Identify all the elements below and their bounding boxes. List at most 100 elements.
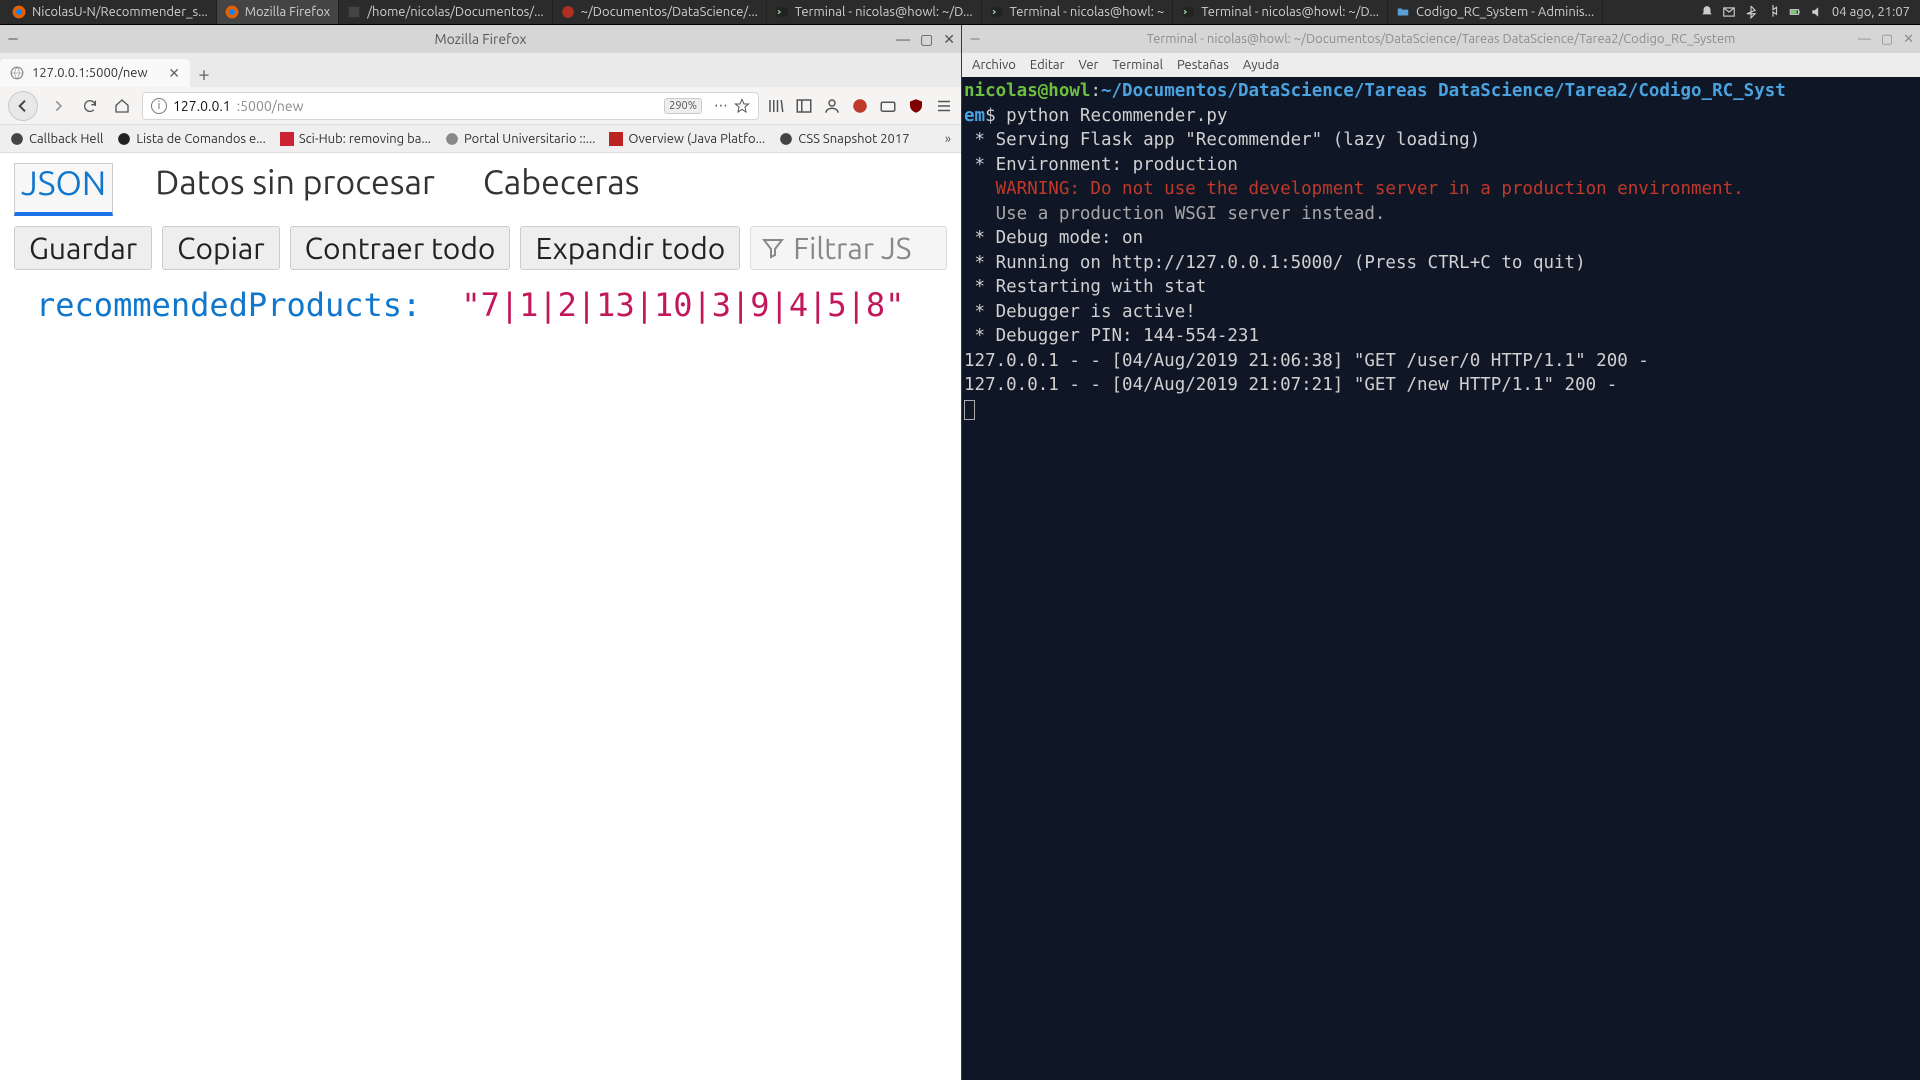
taskbar-item[interactable]: ~/Documentos/DataScience/...	[553, 0, 767, 24]
taskbar-item[interactable]: NicolasU-N/Recommender_s...	[4, 0, 217, 24]
arrow-right-icon	[51, 99, 65, 113]
window-menu-icon[interactable]	[968, 32, 982, 46]
url-bar[interactable]: i 127.0.0.1:5000/new 290% ⋯	[142, 92, 759, 120]
terminal-body[interactable]: nicolas@howl:~/Documentos/DataScience/Ta…	[962, 77, 1920, 1080]
system-taskbar: NicolasU-N/Recommender_s... Mozilla Fire…	[0, 0, 1920, 25]
taskbar-item[interactable]: Mozilla Firefox	[217, 0, 340, 24]
hamburger-menu-icon[interactable]	[935, 97, 953, 115]
ublock-icon[interactable]	[907, 97, 925, 115]
taskbar-label: Terminal - nicolas@howl: ~/D...	[795, 5, 973, 19]
taskbar-label: Terminal - nicolas@howl: ~/D...	[1201, 5, 1379, 19]
zoom-indicator[interactable]: 290%	[664, 98, 702, 114]
bookmark-star-icon[interactable]	[734, 98, 750, 114]
bookmark-item[interactable]: Callback Hell	[10, 132, 103, 146]
github-icon	[117, 132, 131, 146]
tab-title: 127.0.0.1:5000/new	[32, 66, 148, 80]
menu-item[interactable]: Ayuda	[1243, 58, 1279, 72]
globe-icon	[10, 132, 24, 146]
tab-close-icon[interactable]: ✕	[168, 65, 180, 82]
taskbar-label: ~/Documentos/DataScience/...	[581, 5, 758, 19]
firefox-titlebar[interactable]: Mozilla Firefox — ▢ ✕	[0, 25, 961, 53]
terminal-line: * Restarting with stat	[964, 277, 1206, 297]
firefox-window: Mozilla Firefox — ▢ ✕ 127.0.0.1:5000/new…	[0, 25, 962, 1080]
minimize-icon[interactable]: —	[1858, 32, 1871, 47]
bookmarks-overflow[interactable]: »	[945, 132, 951, 146]
bluetooth-icon[interactable]	[1744, 5, 1758, 19]
library-icon[interactable]	[767, 97, 785, 115]
firefox-icon	[12, 5, 26, 19]
globe-icon	[445, 132, 459, 146]
bookmark-item[interactable]: CSS Snapshot 2017	[779, 132, 909, 146]
filter-input[interactable]: Filtrar JS	[750, 226, 947, 270]
shield-icon[interactable]	[851, 97, 869, 115]
taskbar-item[interactable]: Terminal - nicolas@howl: ~/D...	[767, 0, 982, 24]
minimize-icon[interactable]: —	[896, 31, 910, 48]
desktop: Mozilla Firefox — ▢ ✕ 127.0.0.1:5000/new…	[0, 25, 1920, 1080]
extension-icon[interactable]	[879, 97, 897, 115]
system-tray: 04 ago, 21:07	[1700, 5, 1916, 19]
new-tab-button[interactable]: +	[190, 59, 218, 87]
taskbar-item[interactable]: Terminal - nicolas@howl: ~	[982, 0, 1174, 24]
toolbar-right-icons	[767, 97, 953, 115]
clock[interactable]: 04 ago, 21:07	[1832, 5, 1910, 19]
expand-all-button[interactable]: Expandir todo	[520, 226, 740, 270]
bookmark-item[interactable]: Lista de Comandos e...	[117, 132, 265, 146]
back-button[interactable]	[8, 91, 38, 121]
window-title: Terminal - nicolas@howl: ~/Documentos/Da…	[1147, 32, 1736, 46]
bell-icon[interactable]	[1700, 5, 1714, 19]
menu-item[interactable]: Pestañas	[1177, 58, 1229, 72]
collapse-all-button[interactable]: Contraer todo	[290, 226, 511, 270]
tab-headers[interactable]: Cabeceras	[477, 163, 646, 216]
bookmark-item[interactable]: Portal Universitario ::...	[445, 132, 595, 146]
firefox-icon	[225, 5, 239, 19]
volume-icon[interactable]	[1810, 5, 1824, 19]
browser-tab[interactable]: 127.0.0.1:5000/new ✕	[0, 59, 190, 87]
menu-item[interactable]: Ver	[1079, 58, 1099, 72]
window-menu-icon[interactable]	[6, 32, 20, 46]
account-icon[interactable]	[823, 97, 841, 115]
reload-button[interactable]	[78, 94, 102, 118]
menu-item[interactable]: Terminal	[1112, 58, 1163, 72]
taskbar-label: Codigo_RC_System - Adminis...	[1416, 5, 1594, 19]
bookmark-item[interactable]: Overview (Java Platfo...	[609, 132, 765, 146]
menu-item[interactable]: Editar	[1030, 58, 1065, 72]
mail-icon[interactable]	[1722, 5, 1736, 19]
editor-icon	[561, 5, 575, 19]
prompt-user: nicolas@howl	[964, 81, 1090, 101]
sidebar-icon[interactable]	[795, 97, 813, 115]
scihub-icon	[280, 132, 294, 146]
site-info-icon[interactable]: i	[151, 98, 167, 114]
taskbar-item[interactable]: Codigo_RC_System - Adminis...	[1388, 0, 1603, 24]
forward-button[interactable]	[46, 94, 70, 118]
reload-icon	[82, 98, 98, 114]
close-icon[interactable]: ✕	[943, 31, 955, 48]
tab-raw[interactable]: Datos sin procesar	[149, 163, 441, 216]
terminal-line: * Running on http://127.0.0.1:5000/ (Pre…	[964, 253, 1586, 273]
java-icon	[609, 132, 623, 146]
home-button[interactable]	[110, 94, 134, 118]
prompt-command: python Recommender.py	[1006, 106, 1227, 126]
close-icon[interactable]: ✕	[1903, 32, 1914, 47]
taskbar-item[interactable]: Terminal - nicolas@howl: ~/D...	[1173, 0, 1388, 24]
network-icon[interactable]	[1766, 5, 1780, 19]
taskbar-item[interactable]: /home/nicolas/Documentos/...	[339, 0, 552, 24]
menu-item[interactable]: Archivo	[972, 58, 1016, 72]
maximize-icon[interactable]: ▢	[920, 31, 933, 48]
terminal-titlebar[interactable]: Terminal - nicolas@howl: ~/Documentos/Da…	[962, 25, 1920, 53]
json-key[interactable]: recommendedProducts	[36, 286, 402, 324]
terminal-line: 127.0.0.1 - - [04/Aug/2019 21:06:38] "GE…	[964, 351, 1649, 371]
battery-icon[interactable]	[1788, 5, 1802, 19]
bookmark-item[interactable]: Sci-Hub: removing ba...	[280, 132, 431, 146]
json-viewer: JSON Datos sin procesar Cabeceras Guarda…	[0, 153, 961, 1080]
json-value[interactable]: "7|1|2|13|10|3|9|4|5|8"	[461, 286, 904, 324]
terminal-icon	[990, 5, 1004, 19]
bookmarks-toolbar: Callback Hell Lista de Comandos e... Sci…	[0, 125, 961, 153]
maximize-icon[interactable]: ▢	[1881, 32, 1893, 47]
tab-json[interactable]: JSON	[14, 163, 113, 216]
json-content: recommendedProducts: "7|1|2|13|10|3|9|4|…	[0, 280, 961, 330]
save-button[interactable]: Guardar	[14, 226, 152, 270]
copy-button[interactable]: Copiar	[162, 226, 280, 270]
page-actions-icon[interactable]: ⋯	[714, 97, 728, 114]
taskbar-label: Mozilla Firefox	[245, 5, 331, 19]
home-icon	[114, 98, 130, 114]
